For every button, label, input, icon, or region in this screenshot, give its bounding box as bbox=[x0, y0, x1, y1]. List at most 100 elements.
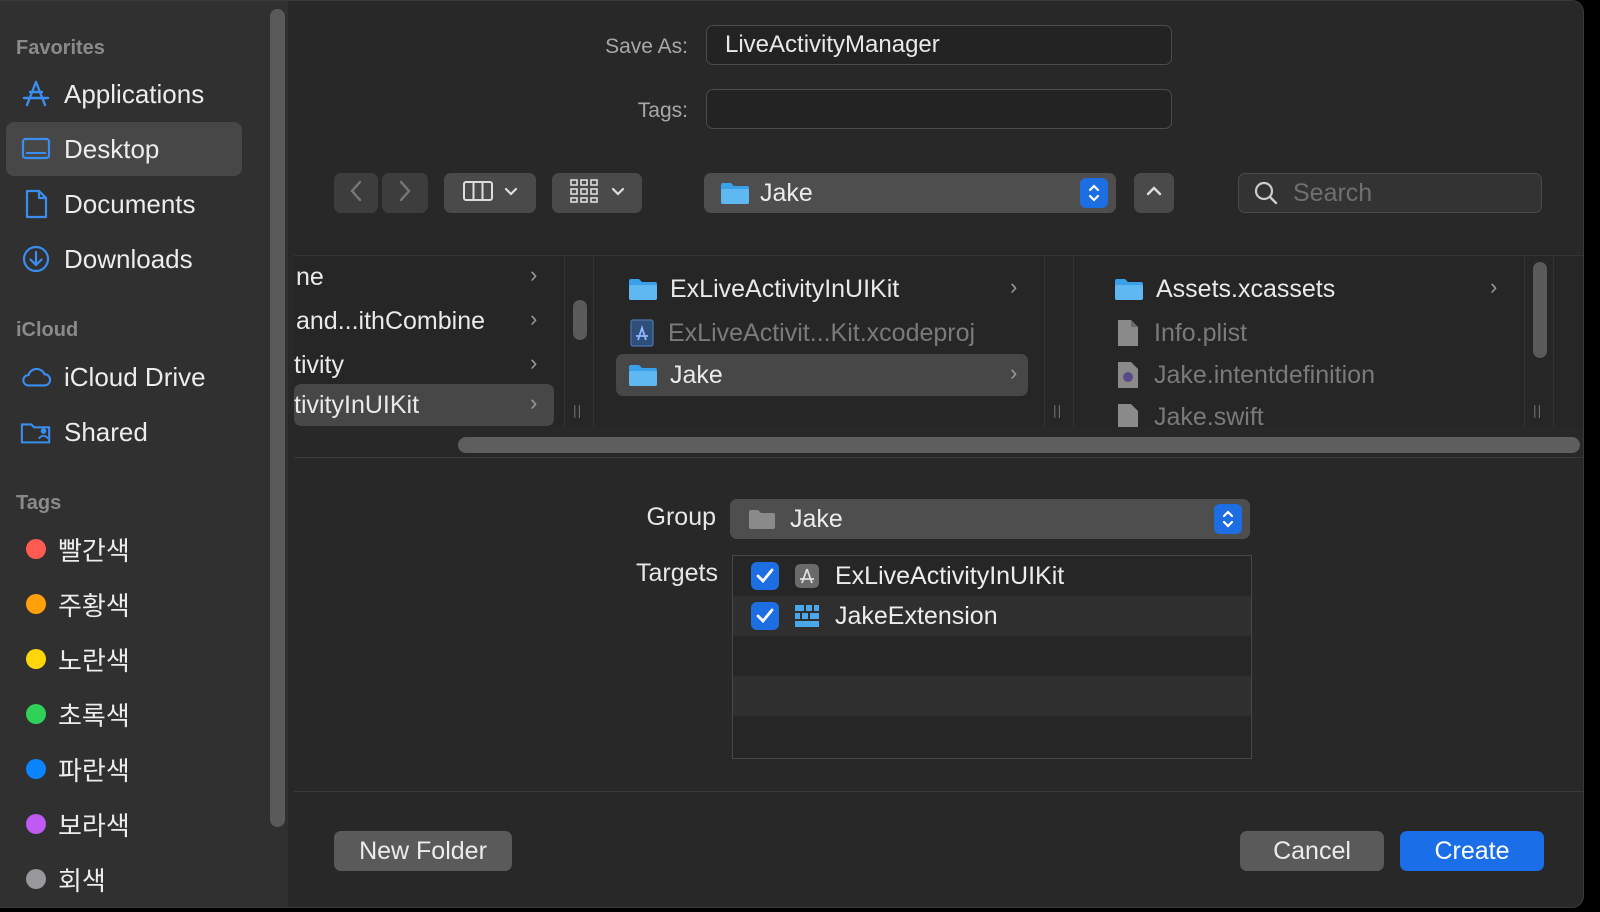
column2-item[interactable]: ExLiveActivit...Kit.xcodeproj bbox=[616, 312, 1034, 354]
tag-color-dot bbox=[26, 704, 46, 724]
column-resize-grip[interactable]: || bbox=[1533, 402, 1542, 418]
file-browser: ne › and...ithCombine › tivity › tivityI… bbox=[294, 255, 1583, 427]
search-icon bbox=[1253, 180, 1279, 206]
chevron-down-icon bbox=[611, 184, 625, 202]
sidebar-item-label: iCloud Drive bbox=[64, 361, 206, 392]
checkbox-checked[interactable] bbox=[751, 602, 779, 630]
intent-file-icon bbox=[1116, 360, 1140, 390]
column2-item-selected[interactable]: Jake bbox=[616, 354, 1028, 396]
column-resize-grip[interactable]: || bbox=[573, 402, 582, 418]
target-row[interactable]: JakeExtension bbox=[733, 596, 1251, 636]
column3-item[interactable]: Info.plist bbox=[1102, 312, 1522, 354]
column1-item-selected[interactable]: tivityInUIKit bbox=[294, 384, 554, 426]
column1-scrollbar[interactable] bbox=[573, 300, 587, 340]
cancel-button[interactable]: Cancel bbox=[1240, 831, 1384, 871]
sidebar-tag-red[interactable]: 빨간색 bbox=[6, 522, 242, 576]
item-label: and...ithCombine bbox=[296, 306, 486, 335]
column-divider[interactable]: || bbox=[1044, 256, 1074, 427]
tags-field[interactable] bbox=[706, 89, 1172, 129]
back-button[interactable] bbox=[334, 173, 378, 213]
target-row[interactable]: ExLiveActivityInUIKit bbox=[733, 556, 1251, 596]
desktop-icon bbox=[20, 133, 52, 165]
column3-item[interactable]: Jake.intentdefinition bbox=[1102, 354, 1522, 396]
sidebar-tag-gray[interactable]: 회색 bbox=[6, 852, 242, 906]
save-as-label: Save As: bbox=[605, 35, 688, 58]
search-field[interactable] bbox=[1238, 173, 1542, 213]
sidebar-tag-yellow[interactable]: 노란색 bbox=[6, 632, 242, 686]
location-popup[interactable]: Jake bbox=[704, 173, 1116, 213]
column-view-icon bbox=[462, 179, 494, 208]
forward-button[interactable] bbox=[382, 173, 428, 213]
column-divider[interactable]: || bbox=[564, 256, 594, 427]
column2-item[interactable]: ExLiveActivityInUIKit bbox=[616, 268, 1034, 310]
popup-stepper-icon bbox=[1080, 178, 1108, 208]
folder-icon bbox=[628, 277, 658, 301]
separator bbox=[294, 791, 1583, 792]
column1-item[interactable]: tivity bbox=[294, 344, 554, 386]
xcodeproj-icon bbox=[628, 318, 656, 348]
tag-color-dot bbox=[26, 814, 46, 834]
sidebar-heading-icloud: iCloud bbox=[16, 319, 79, 341]
group-popup[interactable]: Jake bbox=[730, 499, 1250, 539]
sidebar-item-icloud-drive[interactable]: iCloud Drive bbox=[6, 350, 242, 404]
column3-item[interactable]: Jake.swift bbox=[1102, 396, 1522, 427]
folder-icon bbox=[720, 181, 750, 205]
column1-item[interactable]: ne bbox=[294, 256, 554, 298]
column3-item[interactable]: Assets.xcassets bbox=[1102, 268, 1522, 310]
column-divider[interactable]: || bbox=[1524, 256, 1554, 427]
sidebar-item-label: Shared bbox=[64, 416, 148, 447]
chevron-right-icon: › bbox=[1010, 360, 1018, 385]
chevron-right-icon: › bbox=[530, 350, 538, 375]
tag-color-dot bbox=[26, 649, 46, 669]
search-input[interactable] bbox=[1293, 178, 1523, 208]
save-as-field[interactable]: LiveActivityManager bbox=[706, 25, 1172, 65]
target-row-empty bbox=[733, 636, 1251, 676]
item-label: Jake.swift bbox=[1154, 402, 1264, 428]
sidebar-item-label: Desktop bbox=[64, 133, 160, 164]
sidebar-tag-green[interactable]: 초록색 bbox=[6, 687, 242, 741]
sidebar-tag-blue[interactable]: 파란색 bbox=[6, 742, 242, 796]
cloud-icon bbox=[20, 361, 52, 393]
chevron-right-icon: › bbox=[530, 306, 538, 331]
sidebar-item-applications[interactable]: Applications bbox=[6, 67, 242, 121]
download-icon bbox=[20, 243, 52, 275]
swift-file-icon bbox=[1116, 402, 1140, 427]
item-label: ne bbox=[296, 262, 324, 291]
sidebar-item-label: Downloads bbox=[64, 243, 193, 274]
tag-color-dot bbox=[26, 594, 46, 614]
tag-color-dot bbox=[26, 759, 46, 779]
sidebar-item-label: 노란색 bbox=[58, 645, 130, 676]
view-mode-button[interactable] bbox=[444, 173, 536, 213]
column1-item[interactable]: and...ithCombine bbox=[294, 300, 554, 342]
chevron-left-icon bbox=[349, 179, 363, 208]
chevron-right-icon: › bbox=[530, 262, 538, 287]
sidebar-item-desktop[interactable]: Desktop bbox=[6, 122, 242, 176]
sidebar-tag-orange[interactable]: 주황색 bbox=[6, 577, 242, 631]
sidebar-item-downloads[interactable]: Downloads bbox=[6, 232, 242, 286]
item-label: tivityInUIKit bbox=[294, 390, 420, 419]
checkbox-checked[interactable] bbox=[751, 562, 779, 590]
targets-label: Targets bbox=[636, 559, 718, 587]
tags-label: Tags: bbox=[637, 99, 688, 122]
sidebar-item-label: Documents bbox=[64, 188, 196, 219]
item-label: Info.plist bbox=[1154, 318, 1248, 347]
sidebar-item-label: 파란색 bbox=[58, 755, 130, 786]
target-row-empty bbox=[733, 676, 1251, 716]
collapse-button[interactable] bbox=[1134, 173, 1174, 213]
browser-horizontal-scrollbar[interactable] bbox=[458, 437, 1580, 453]
chevron-right-icon: › bbox=[1010, 274, 1018, 299]
tag-color-dot bbox=[26, 869, 46, 889]
sidebar-item-documents[interactable]: Documents bbox=[6, 177, 242, 231]
sidebar-item-label: 회색 bbox=[58, 865, 106, 896]
sidebar-item-label: 초록색 bbox=[58, 700, 130, 731]
column3-scrollbar[interactable] bbox=[1533, 262, 1547, 358]
group-by-button[interactable] bbox=[552, 173, 642, 213]
sidebar-scrollbar[interactable] bbox=[270, 9, 285, 827]
create-button[interactable]: Create bbox=[1400, 831, 1544, 871]
sidebar-item-shared[interactable]: Shared bbox=[6, 405, 242, 459]
plist-file-icon bbox=[1116, 318, 1140, 348]
column-resize-grip[interactable]: || bbox=[1053, 402, 1062, 418]
group-value: Jake bbox=[790, 504, 843, 533]
new-folder-button[interactable]: New Folder bbox=[334, 831, 512, 871]
sidebar-tag-purple[interactable]: 보라색 bbox=[6, 797, 242, 851]
